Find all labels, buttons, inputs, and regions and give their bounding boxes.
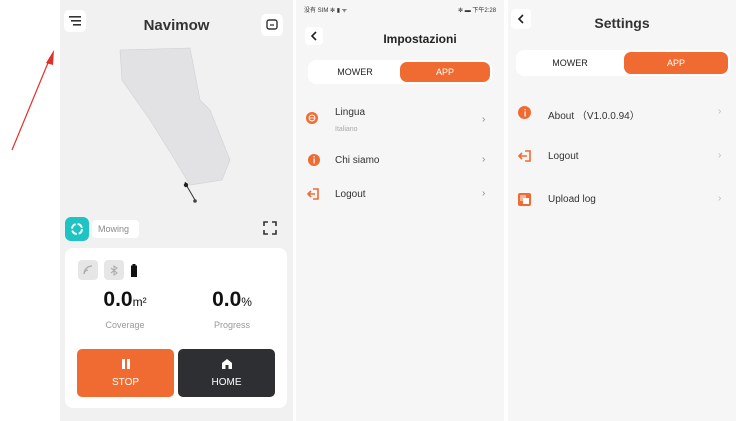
item-label: Upload log (548, 194, 596, 205)
list-item-about[interactable]: Chi siamo › (296, 154, 504, 174)
info-icon (308, 154, 320, 166)
swap-view-icon[interactable] (261, 219, 279, 237)
mower-app-toggle: MOWER APP (308, 60, 492, 84)
bluetooth-icon (104, 260, 124, 280)
progress-value: 0.0 (212, 288, 242, 311)
mower-home-screen: Navimow Mowing 0.0m² Coverage 0.0% Progr… (60, 0, 293, 421)
coverage-label: Coverage (105, 320, 145, 330)
stop-button[interactable]: STOP (77, 349, 174, 397)
mower-position-icon (183, 182, 189, 188)
item-label: Chi siamo (335, 155, 380, 166)
mode-label: Mowing (92, 220, 140, 238)
mowing-icon (65, 217, 89, 241)
list-item-language[interactable]: Lingua Italiano › (296, 104, 504, 140)
home-label: HOME (211, 377, 242, 388)
stop-label: STOP (111, 377, 140, 388)
chevron-right-icon: › (718, 150, 722, 161)
status-bar-right: ✻ ▬ 下午2:28 (458, 8, 497, 14)
list-item-upload-log[interactable]: Upload log › (508, 193, 736, 211)
upload-log-icon (518, 193, 531, 206)
progress-unit: % (241, 295, 252, 309)
battery-icon (130, 263, 138, 277)
item-label: Lingua (335, 107, 366, 118)
station-icon (193, 199, 197, 203)
list-item-about[interactable]: About （V1.0.0.94） › (508, 106, 736, 124)
coverage-stat: 0.0m² Coverage (75, 288, 175, 330)
item-label: About （V1.0.0.94） (548, 111, 640, 122)
item-sub: Italiano (335, 126, 358, 133)
tab-mower[interactable]: MOWER (310, 62, 400, 82)
chevron-right-icon: › (718, 106, 722, 117)
tab-app[interactable]: APP (400, 62, 490, 82)
progress-label: Progress (213, 320, 250, 330)
pause-icon (77, 358, 174, 372)
chevron-right-icon: › (482, 154, 486, 165)
message-icon[interactable] (261, 14, 283, 36)
item-label: Logout (548, 151, 579, 162)
logout-icon (307, 188, 320, 200)
page-title: Settings (594, 15, 650, 31)
signal-icon (78, 260, 98, 280)
home-icon (178, 358, 275, 372)
mode-indicator: Mowing (65, 217, 140, 241)
settings-screen-english: Settings MOWER APP About （V1.0.0.94） › L… (508, 0, 736, 421)
page-title: Impostazioni (383, 32, 457, 46)
list-item-logout[interactable]: Logout › (296, 188, 504, 208)
tab-mower[interactable]: MOWER (518, 52, 622, 74)
app-title: Navimow (143, 17, 210, 34)
chevron-right-icon: › (482, 188, 486, 199)
progress-stat: 0.0% Progress (182, 288, 282, 330)
connection-status (78, 260, 138, 280)
globe-icon (306, 112, 318, 124)
chevron-right-icon: › (482, 114, 486, 125)
coverage-unit: m² (132, 295, 147, 309)
status-card: 0.0m² Coverage 0.0% Progress STOP HOME (65, 248, 287, 408)
tab-app[interactable]: APP (624, 52, 728, 74)
status-bar-left: 没有 SIM ✻ ▮ ᯤ (304, 8, 348, 14)
item-label: Logout (335, 189, 366, 200)
lawn-map[interactable] (60, 40, 293, 210)
settings-screen-italian: 没有 SIM ✻ ▮ ᯤ ✻ ▬ 下午2:28 Impostazioni MOW… (296, 0, 504, 421)
back-icon[interactable] (305, 27, 323, 45)
logout-icon (518, 150, 532, 162)
chevron-right-icon: › (718, 193, 722, 204)
info-icon (518, 106, 531, 119)
coverage-value: 0.0 (103, 288, 133, 311)
home-button[interactable]: HOME (178, 349, 275, 397)
mower-app-toggle: MOWER APP (516, 50, 730, 76)
list-item-logout[interactable]: Logout › (508, 150, 736, 168)
annotation-arrow (11, 50, 54, 151)
